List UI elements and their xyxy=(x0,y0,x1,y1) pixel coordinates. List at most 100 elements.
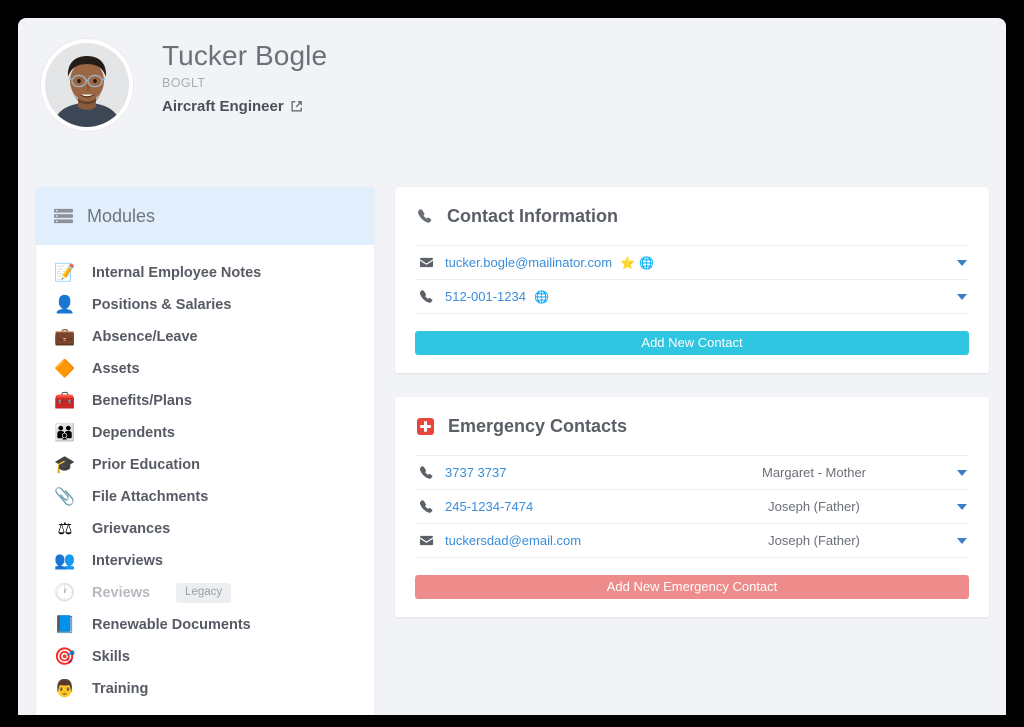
content-area: Modules 📝 Internal Employee Notes 👤 Positio… xyxy=(18,168,1006,715)
table-row[interactable]: 245-1234-7474 Joseph (Father) xyxy=(415,490,969,524)
target-icon: 🎯 xyxy=(54,646,76,667)
presenter-icon: 👨 xyxy=(54,678,76,699)
chevron-down-icon[interactable] xyxy=(957,537,968,544)
sidebar-item-prior-education[interactable]: 🎓 Prior Education xyxy=(36,449,374,481)
sidebar-item-label: Benefits/Plans xyxy=(92,393,192,409)
status-badge: Legacy xyxy=(176,583,232,603)
medical-cross-icon xyxy=(417,417,434,435)
avatar[interactable] xyxy=(41,39,133,131)
table-row[interactable]: tucker.bogle@mailinator.com ⭐ 🌐 xyxy=(415,246,969,280)
sidebar-item-label: Prior Education xyxy=(92,457,200,473)
envelope-icon xyxy=(419,533,445,548)
emergency-contacts-panel: Emergency Contacts 3737 3737 Margaret - M… xyxy=(395,397,989,617)
contact-value-link[interactable]: 245-1234-7474 xyxy=(445,499,683,514)
profile-text-block: Tucker Bogle BOGLT Aircraft Engineer xyxy=(162,38,327,115)
contact-value-link[interactable]: 3737 3737 xyxy=(445,465,683,480)
contact-value-link[interactable]: 512-001-1234 xyxy=(445,289,526,304)
job-title-row[interactable]: Aircraft Engineer xyxy=(162,98,327,115)
sidebar-item-dependents[interactable]: 👪 Dependents xyxy=(36,417,374,449)
chevron-down-icon[interactable] xyxy=(957,259,967,266)
people-icon: 👥 xyxy=(54,550,76,571)
sidebar-item-absence-leave[interactable]: 💼 Absence/Leave xyxy=(36,321,374,353)
contact-rows: tucker.bogle@mailinator.com ⭐ 🌐 512-001-123… xyxy=(415,245,969,314)
page-root: Tucker Bogle BOGLT Aircraft Engineer Mod… xyxy=(18,18,1006,715)
sidebar-item-interviews[interactable]: 👥 Interviews xyxy=(36,545,374,577)
certificate-icon: 📘 xyxy=(54,614,76,635)
sidebar-item-label: Positions & Salaries xyxy=(92,297,232,313)
sidebar-item-label: Grievances xyxy=(92,521,171,537)
profile-header: Tucker Bogle BOGLT Aircraft Engineer xyxy=(18,18,1006,168)
job-title: Aircraft Engineer xyxy=(162,98,284,115)
sidebar-item-label: Training xyxy=(92,681,149,697)
contact-information-header: Contact Information xyxy=(415,187,969,245)
sidebar-item-assets[interactable]: 🔶 Assets xyxy=(36,353,374,385)
sidebar-item-label: Absence/Leave xyxy=(92,329,198,345)
contact-flag-icons: 🌐 xyxy=(534,291,549,303)
sidebar-item-skills[interactable]: 🎯 Skills xyxy=(36,641,374,673)
sidebar-item-label: Reviews xyxy=(92,585,151,601)
server-stack-icon xyxy=(54,208,73,224)
add-new-emergency-contact-button[interactable]: Add New Emergency Contact xyxy=(415,575,969,599)
sidebar-item-renewable-documents[interactable]: 📘 Renewable Documents xyxy=(36,609,374,641)
table-row[interactable]: 3737 3737 Margaret - Mother xyxy=(415,456,969,490)
detail-column: Contact Information tucker.bogle@mailina… xyxy=(395,187,989,641)
modules-header-title: Modules xyxy=(87,205,156,226)
globe-icon: 🌐 xyxy=(533,289,549,304)
paperclip-file-icon: 📎 xyxy=(54,486,76,507)
chevron-down-icon[interactable] xyxy=(957,469,968,476)
star-icon: ⭐ xyxy=(620,255,636,270)
table-row[interactable]: 512-001-1234 🌐 xyxy=(415,280,969,314)
sidebar-item-label: File Attachments xyxy=(92,489,209,505)
sidebar-item-label: Dependents xyxy=(92,425,175,441)
emergency-contact-rows: 3737 3737 Margaret - Mother 245-1234-7474 J… xyxy=(415,455,969,558)
person-icon: 👤 xyxy=(54,294,76,315)
phone-icon xyxy=(419,289,445,304)
external-link-icon[interactable] xyxy=(290,100,303,113)
sidebar-item-label: Renewable Documents xyxy=(92,617,251,633)
emergency-contacts-title: Emergency Contacts xyxy=(448,415,628,436)
briefcase-icon: 💼 xyxy=(54,326,76,347)
chevron-down-icon[interactable] xyxy=(957,503,968,510)
clock-icon: 🕐 xyxy=(54,582,76,603)
sidebar-item-training[interactable]: 👨 Training xyxy=(36,673,374,705)
table-row[interactable]: tuckersdad@email.com Joseph (Father) xyxy=(415,524,969,558)
contact-value-link[interactable]: tuckersdad@email.com xyxy=(445,533,683,548)
phone-icon xyxy=(419,499,445,514)
contact-relation: Joseph (Father) xyxy=(768,533,860,548)
sidebar-item-grievances[interactable]: ⚖ Grievances xyxy=(36,513,374,545)
sidebar-item-label: Interviews xyxy=(92,553,163,569)
emergency-contacts-header: Emergency Contacts xyxy=(415,397,969,455)
sidebar-item-label: Skills xyxy=(92,649,130,665)
employee-code: BOGLT xyxy=(162,76,206,90)
shapes-icon: 🔶 xyxy=(54,358,76,379)
modules-sidebar: Modules 📝 Internal Employee Notes 👤 Positio… xyxy=(36,187,374,715)
phone-icon xyxy=(417,208,433,224)
modules-list: 📝 Internal Employee Notes 👤 Positions & Sal… xyxy=(36,245,374,715)
contact-flag-icons: ⭐ 🌐 xyxy=(620,257,654,269)
contact-relation: Joseph (Father) xyxy=(768,499,860,514)
note-icon: 📝 xyxy=(54,262,76,283)
sidebar-item-benefits-plans[interactable]: 🧰 Benefits/Plans xyxy=(36,385,374,417)
add-new-contact-button[interactable]: Add New Contact xyxy=(415,331,969,355)
employee-photo-illustration xyxy=(45,43,129,127)
contact-value-link[interactable]: tucker.bogle@mailinator.com xyxy=(445,255,612,270)
modules-header: Modules xyxy=(36,187,374,245)
page-title: Tucker Bogle xyxy=(162,40,328,71)
contact-relation: Margaret - Mother xyxy=(761,465,867,480)
phone-icon xyxy=(419,465,445,480)
sidebar-item-internal-employee-notes[interactable]: 📝 Internal Employee Notes xyxy=(36,257,374,289)
sidebar-item-file-attachments[interactable]: 📎 File Attachments xyxy=(36,481,374,513)
chevron-down-icon[interactable] xyxy=(957,293,967,300)
sidebar-item-label: Internal Employee Notes xyxy=(92,265,262,281)
globe-icon: 🌐 xyxy=(639,255,655,270)
contact-information-panel: Contact Information tucker.bogle@mailina… xyxy=(395,187,989,373)
gavel-icon: ⚖ xyxy=(57,518,73,539)
graduation-cap-icon: 🎓 xyxy=(54,454,76,475)
envelope-icon xyxy=(419,255,445,270)
sidebar-item-positions-salaries[interactable]: 👤 Positions & Salaries xyxy=(36,289,374,321)
family-icon: 👪 xyxy=(54,422,76,443)
avatar-photo xyxy=(45,43,129,127)
contact-information-title: Contact Information xyxy=(447,205,618,226)
sidebar-item-label: Assets xyxy=(92,361,140,377)
toolbox-icon: 🧰 xyxy=(54,390,76,411)
